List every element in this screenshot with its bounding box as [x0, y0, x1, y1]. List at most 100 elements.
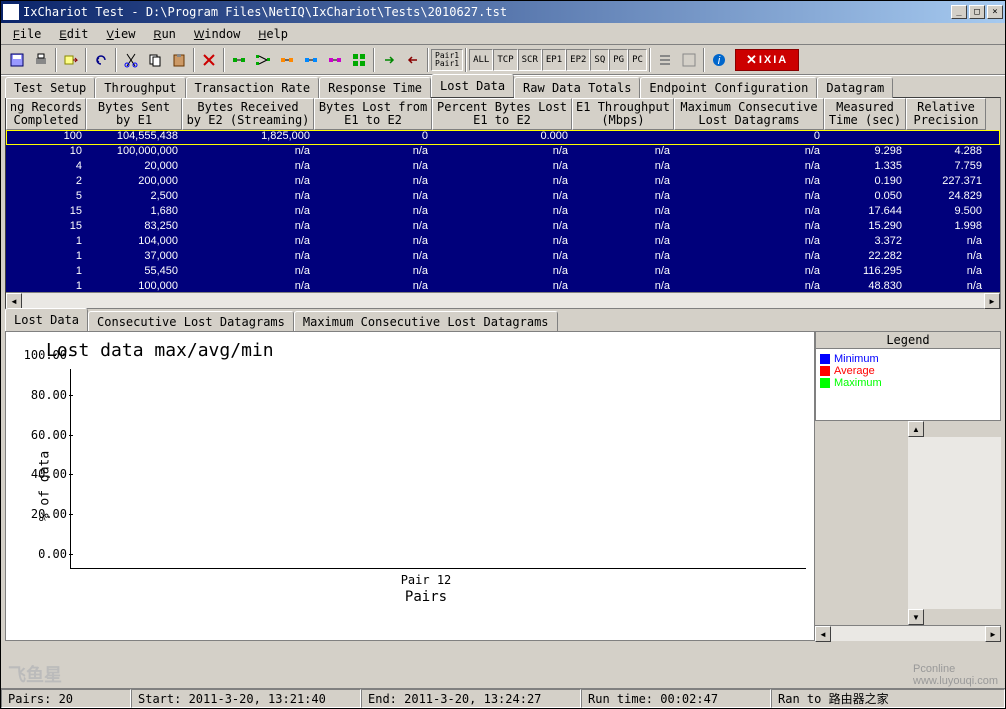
chart-plot: 0.0020.0040.0060.0080.00100.00 [70, 369, 806, 569]
column-header[interactable]: ng Records Completed [6, 98, 86, 130]
scroll-up-button[interactable]: ▲ [908, 421, 924, 437]
menu-help[interactable]: Help [250, 25, 296, 43]
tab-endpoint-configuration[interactable]: Endpoint Configuration [640, 77, 817, 98]
export-button[interactable] [59, 48, 83, 72]
maximize-button[interactable]: □ [969, 5, 985, 19]
subtab-consecutive-lost-datagrams[interactable]: Consecutive Lost Datagrams [88, 311, 294, 332]
filter-pc-button[interactable]: PC [628, 49, 647, 71]
legend-title: Legend [816, 332, 1000, 349]
add-multicast-button[interactable] [251, 48, 275, 72]
add-voip-button[interactable] [275, 48, 299, 72]
run-button[interactable] [377, 48, 401, 72]
scroll-down-button[interactable]: ▼ [908, 609, 924, 625]
table-row[interactable]: 1100,000n/an/an/an/an/a48.830n/a [6, 280, 1000, 292]
print-button[interactable] [29, 48, 53, 72]
close-button[interactable]: × [987, 5, 1003, 19]
cut-button[interactable] [119, 48, 143, 72]
chart-tabs: Lost DataConsecutive Lost DatagramsMaxim… [1, 309, 1005, 331]
filter-scr-button[interactable]: SCR [518, 49, 542, 71]
window-title: IxChariot Test - D:\Program Files\NetIQ\… [23, 5, 951, 19]
table-row[interactable]: 155,450n/an/an/an/an/a116.295n/a [6, 265, 1000, 280]
column-header[interactable]: E1 Throughput (Mbps) [572, 98, 674, 130]
info-button[interactable]: i [707, 48, 731, 72]
subtab-maximum-consecutive-lost-datagrams[interactable]: Maximum Consecutive Lost Datagrams [294, 311, 558, 332]
ytick: 60.00 [21, 428, 67, 442]
status-start: Start: 2011-3-20, 13:21:40 [131, 689, 361, 708]
menu-view[interactable]: View [98, 25, 143, 43]
tab-throughput[interactable]: Throughput [95, 77, 185, 98]
save-button[interactable] [5, 48, 29, 72]
table-row[interactable]: 2200,000n/an/an/an/an/a0.190227.371 [6, 175, 1000, 190]
add-video-button[interactable] [323, 48, 347, 72]
tab-raw-data-totals[interactable]: Raw Data Totals [514, 77, 640, 98]
ytick: 0.00 [21, 547, 67, 561]
ytick: 40.00 [21, 467, 67, 481]
status-end: End: 2011-3-20, 13:24:27 [361, 689, 581, 708]
horizontal-scrollbar[interactable]: ◄ ► [6, 292, 1000, 308]
column-header[interactable]: Bytes Lost from E1 to E2 [314, 98, 432, 130]
tab-test-setup[interactable]: Test Setup [5, 77, 95, 98]
copy-button[interactable] [143, 48, 167, 72]
table-row[interactable]: 151,680n/an/an/an/an/a17.6449.500 [6, 205, 1000, 220]
legend-item: Minimum [820, 353, 996, 365]
menu-window[interactable]: Window [186, 25, 249, 43]
watermark-left: 飞鱼星 [8, 661, 62, 687]
filter-ep2-button[interactable]: EP2 [566, 49, 590, 71]
grid-header: ng Records CompletedBytes Sent by E1Byte… [6, 98, 1000, 130]
options-button[interactable] [653, 48, 677, 72]
table-row[interactable]: 52,500n/an/an/an/an/a0.05024.829 [6, 190, 1000, 205]
vertical-scrollbar[interactable]: ▲ ▼ [908, 421, 1001, 625]
menu-edit[interactable]: Edit [51, 25, 96, 43]
pair-toggle-button[interactable]: Pair1 Pair1 [431, 49, 463, 71]
menu-file[interactable]: File [5, 25, 49, 43]
add-pair-button[interactable] [227, 48, 251, 72]
table-row[interactable]: 137,000n/an/an/an/an/a22.282n/a [6, 250, 1000, 265]
column-header[interactable]: Maximum Consecutive Lost Datagrams [674, 98, 824, 130]
table-row[interactable]: 1104,000n/an/an/an/an/a3.372n/a [6, 235, 1000, 250]
filter-tcp-button[interactable]: TCP [493, 49, 517, 71]
filter-ep1-button[interactable]: EP1 [542, 49, 566, 71]
grid-body[interactable]: 100104,555,4381,825,00000.000010100,000,… [6, 130, 1000, 292]
legend-hscroll[interactable]: ◄ ► [815, 625, 1001, 641]
watermark-right: Pconlinewww.luyouqi.com [913, 663, 998, 687]
main-tabs: Test SetupThroughputTransaction RateResp… [1, 75, 1005, 97]
minimize-button[interactable]: _ [951, 5, 967, 19]
column-header[interactable]: Percent Bytes Lost E1 to E2 [432, 98, 572, 130]
subtab-lost-data[interactable]: Lost Data [5, 308, 88, 331]
stop-button[interactable] [401, 48, 425, 72]
legend-item: Maximum [820, 377, 996, 389]
tab-response-time[interactable]: Response Time [319, 77, 431, 98]
filter-pg-button[interactable]: PG [609, 49, 628, 71]
menu-run[interactable]: Run [145, 25, 183, 43]
table-row[interactable]: 420,000n/an/an/an/an/a1.3357.759 [6, 160, 1000, 175]
column-header[interactable]: Relative Precision [906, 98, 986, 130]
table-row[interactable]: 10100,000,000n/an/an/an/an/a9.2984.288 [6, 145, 1000, 160]
scroll-right-button[interactable]: ► [984, 293, 1000, 309]
settings-button[interactable] [677, 48, 701, 72]
undo-button[interactable] [89, 48, 113, 72]
table-row[interactable]: 100104,555,4381,825,00000.0000 [6, 130, 1000, 145]
paste-button[interactable] [167, 48, 191, 72]
scroll-left-button[interactable]: ◄ [6, 293, 22, 309]
statusbar: Pairs: 20 Start: 2011-3-20, 13:21:40 End… [1, 688, 1005, 708]
ytick: 100.00 [21, 348, 67, 362]
tab-datagram[interactable]: Datagram [817, 77, 893, 98]
tab-transaction-rate[interactable]: Transaction Rate [186, 77, 320, 98]
tab-lost-data[interactable]: Lost Data [431, 74, 514, 97]
chart-xlabel: Pairs [46, 589, 806, 605]
column-header[interactable]: Bytes Sent by E1 [86, 98, 182, 130]
app-icon [3, 4, 19, 20]
table-row[interactable]: 1583,250n/an/an/an/an/a15.2901.998 [6, 220, 1000, 235]
add-group-button[interactable] [347, 48, 371, 72]
delete-button[interactable] [197, 48, 221, 72]
status-pairs: Pairs: 20 [1, 689, 131, 708]
ixia-logo: ✕IXIA [735, 49, 799, 71]
chart-title: Lost data max/avg/min [46, 340, 806, 361]
add-hardware-button[interactable] [299, 48, 323, 72]
legend-item: Average [820, 365, 996, 377]
column-header[interactable]: Measured Time (sec) [824, 98, 906, 130]
filter-sq-button[interactable]: SQ [590, 49, 609, 71]
filter-all-button[interactable]: ALL [469, 49, 493, 71]
column-header[interactable]: Bytes Received by E2 (Streaming) [182, 98, 314, 130]
chart-pair-label: Pair 12 [46, 573, 806, 587]
